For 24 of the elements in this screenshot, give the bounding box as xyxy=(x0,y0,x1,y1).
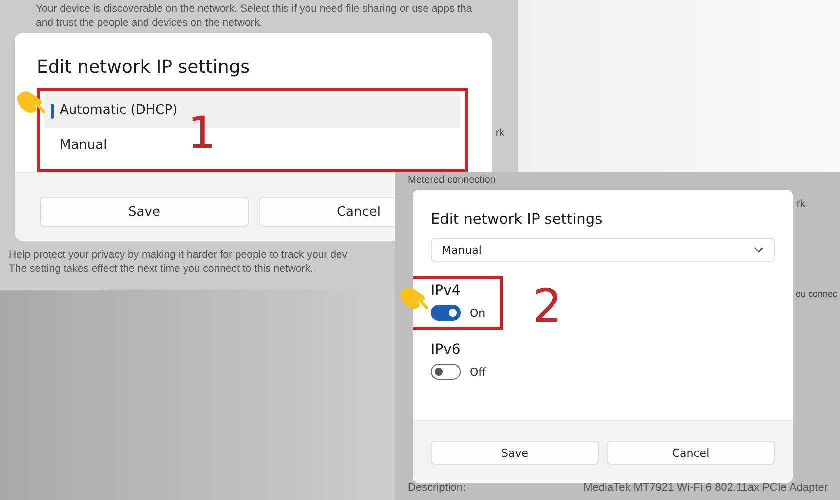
text-fragment: ou connec xyxy=(796,289,838,299)
toggle-switch[interactable] xyxy=(431,305,461,321)
description-text: and trust the people and devices on the network. xyxy=(36,16,264,30)
dropdown[interactable]: Manual xyxy=(431,238,775,262)
toggle-switch[interactable] xyxy=(431,364,461,380)
chevron-down-icon xyxy=(754,247,764,253)
text-fragment: rk xyxy=(797,199,806,210)
dialog-title: Edit network IP settings xyxy=(37,57,252,78)
step-number: 2 xyxy=(533,280,562,332)
save-button[interactable]: Save xyxy=(431,441,599,465)
detail-label: Description: xyxy=(408,482,466,494)
description-text: The setting takes effect the next time you connect to this network. xyxy=(9,262,314,276)
toggle-label: IPv6 xyxy=(431,342,461,358)
save-button[interactable]: Save xyxy=(40,197,249,227)
toggle-state: On xyxy=(470,306,486,320)
text-fragment: rk xyxy=(496,128,504,139)
detail-value: MediaTek MT7921 Wi-Fi 6 802.11ax PCIe Adapter xyxy=(584,482,828,494)
description-text: Help protect your privacy by making it harder for people to track your dev xyxy=(9,248,348,262)
toggle-state: Off xyxy=(470,366,486,378)
cancel-button[interactable]: Cancel xyxy=(607,441,775,465)
setting-label: Metered connection xyxy=(408,175,496,186)
option-item[interactable]: Manual xyxy=(44,128,118,163)
toggle-label: IPv4 xyxy=(431,283,461,299)
description-text: Your device is discoverable on the network. Select this if you need file sharing or use apps tha xyxy=(36,2,472,16)
